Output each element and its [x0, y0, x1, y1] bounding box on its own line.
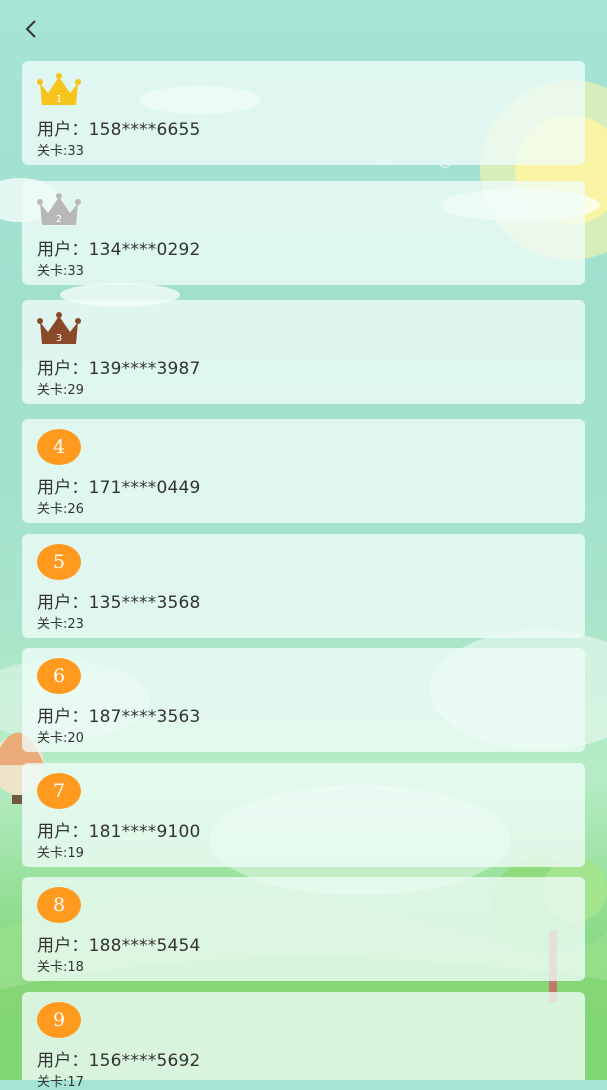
rank-circle: 7 [37, 773, 81, 809]
user-level: 关卡:33 [37, 144, 84, 159]
silver-crown-icon: 2 [37, 193, 81, 225]
gold-crown-icon: 1 [37, 73, 81, 105]
user-level: 关卡:29 [37, 383, 84, 398]
user-level: 关卡:33 [37, 264, 84, 279]
ranking-item[interactable]: 1 用户：158****6655 关卡:33 [22, 61, 585, 165]
ranking-item[interactable]: 7 用户：181****9100 关卡:19 [22, 763, 585, 867]
user-phone: 用户：188****5454 [37, 936, 201, 956]
ranking-item[interactable]: 4 用户：171****0449 关卡:26 [22, 419, 585, 523]
user-level: 关卡:17 [37, 1075, 84, 1090]
back-button[interactable] [16, 14, 46, 44]
bronze-crown-icon: 3 [37, 312, 81, 344]
ranking-item[interactable]: 3 用户：139****3987 关卡:29 [22, 300, 585, 404]
user-phone: 用户：158****6655 [37, 120, 201, 140]
ranking-item[interactable]: 5 用户：135****3568 关卡:23 [22, 534, 585, 638]
rank-circle: 5 [37, 544, 81, 580]
user-phone: 用户：156****5692 [37, 1051, 201, 1071]
rank-number: 3 [56, 333, 62, 344]
user-phone: 用户：134****0292 [37, 240, 201, 260]
user-phone: 用户：181****9100 [37, 822, 201, 842]
user-level: 关卡:18 [37, 960, 84, 975]
user-phone: 用户：187****3563 [37, 707, 201, 727]
rank-number: 1 [56, 94, 62, 105]
user-phone: 用户：171****0449 [37, 478, 201, 498]
user-level: 关卡:20 [37, 731, 84, 746]
rank-circle: 6 [37, 658, 81, 694]
ranking-item[interactable]: 6 用户：187****3563 关卡:20 [22, 648, 585, 752]
user-level: 关卡:23 [37, 617, 84, 632]
ranking-item[interactable]: 2 用户：134****0292 关卡:33 [22, 181, 585, 285]
user-level: 关卡:26 [37, 502, 84, 517]
ranking-item[interactable]: 9 用户：156****5692 关卡:17 [22, 992, 585, 1090]
ranking-item[interactable]: 8 用户：188****5454 关卡:18 [22, 877, 585, 981]
user-level: 关卡:19 [37, 846, 84, 861]
rank-circle: 8 [37, 887, 81, 923]
rank-number: 2 [56, 214, 62, 225]
chevron-left-icon [25, 20, 36, 38]
user-phone: 用户：135****3568 [37, 593, 201, 613]
user-phone: 用户：139****3987 [37, 359, 201, 379]
rank-circle: 9 [37, 1002, 81, 1038]
rank-circle: 4 [37, 429, 81, 465]
